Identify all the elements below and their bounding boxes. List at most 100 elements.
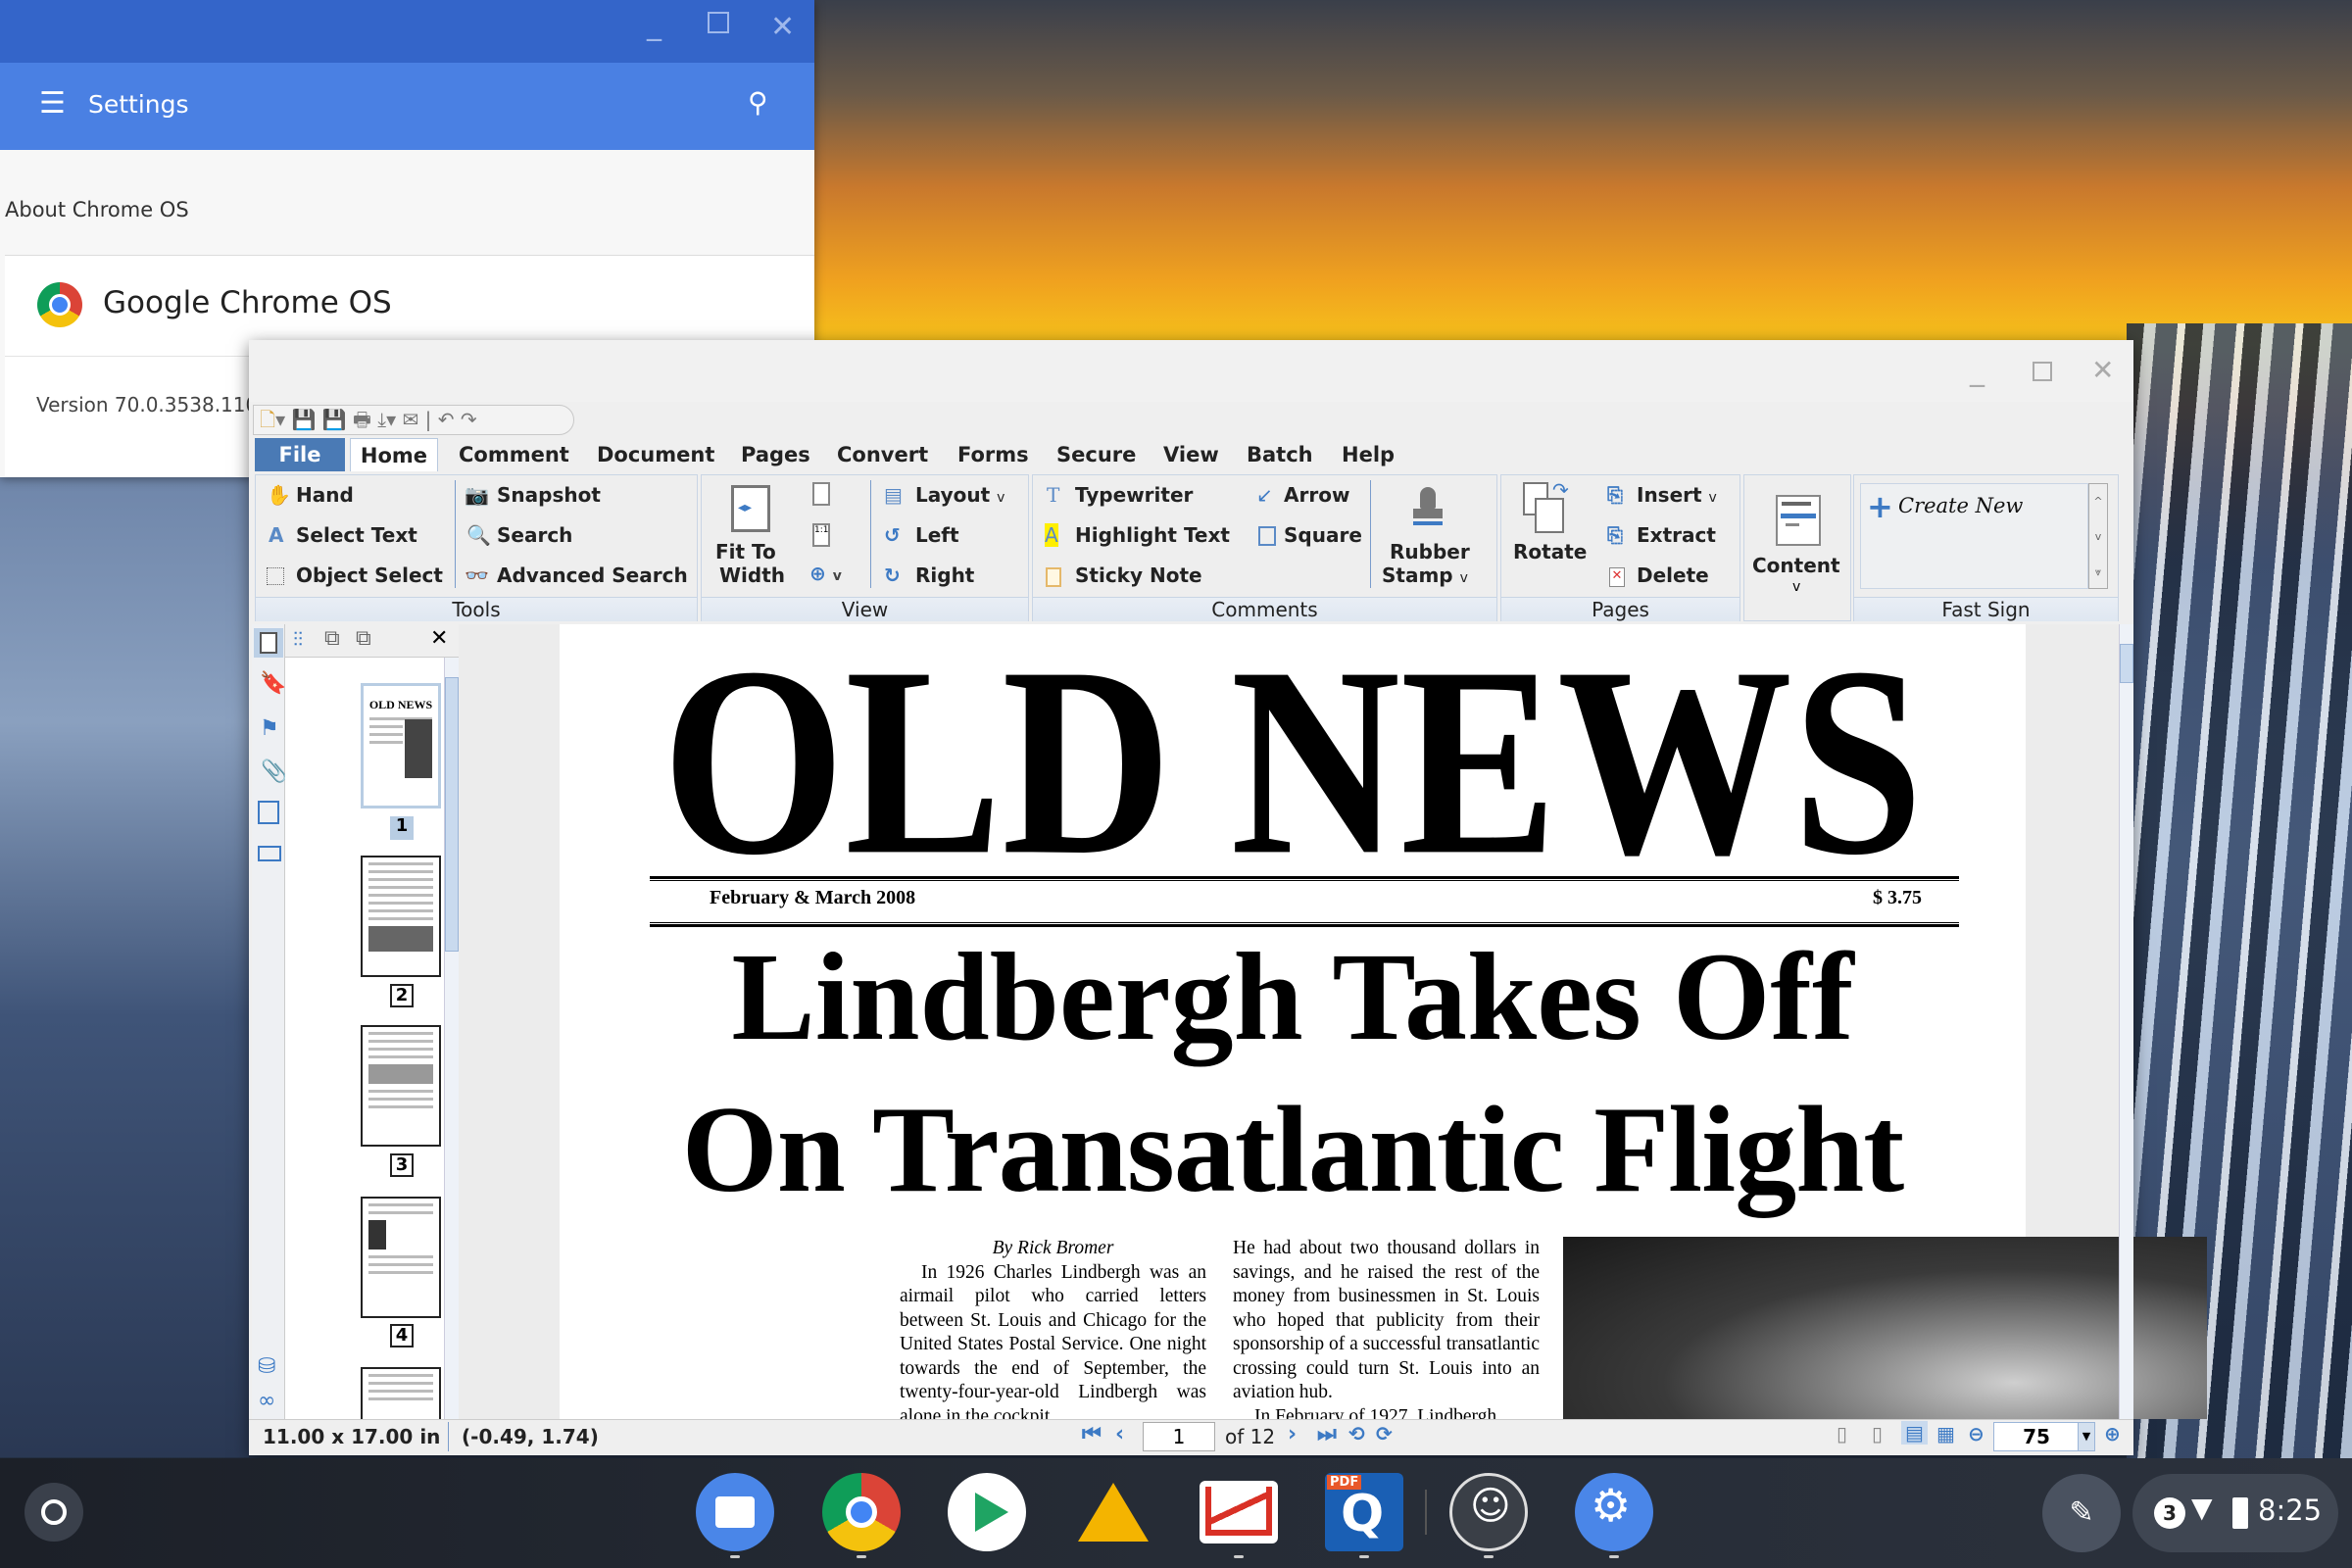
next-page-button[interactable]: ›	[1288, 1422, 1297, 1446]
minimize-button[interactable]: _	[1970, 354, 1984, 388]
menu-icon[interactable]: ☰	[39, 89, 66, 119]
fit-width-icon[interactable]: ▯	[1837, 1422, 1847, 1446]
maximize-button[interactable]	[708, 12, 729, 33]
minimize-button[interactable]: _	[647, 8, 662, 42]
select-text-tool[interactable]: Select Text	[296, 523, 417, 547]
zoom-icon[interactable]: ⊕ v	[809, 562, 842, 585]
tab-document[interactable]: Document	[597, 438, 714, 471]
tab-view[interactable]: View	[1163, 438, 1219, 471]
drive-app-icon[interactable]	[1074, 1473, 1152, 1551]
attachments-icon[interactable]: 📎	[261, 760, 287, 784]
open-icon[interactable]: 🗋	[260, 408, 275, 431]
rubber-stamp-label-1[interactable]: Rubber	[1390, 540, 1470, 564]
thumbnail-page-4[interactable]	[361, 1197, 441, 1318]
search-tool[interactable]: Search	[497, 523, 572, 547]
create-new-signature[interactable]: Create New	[1898, 494, 2023, 517]
thumbnail-page-2[interactable]	[361, 856, 441, 977]
fit-to-width-label-2[interactable]: Width	[719, 564, 785, 587]
delete-button[interactable]: Delete	[1637, 564, 1709, 587]
tab-home[interactable]: Home	[350, 438, 438, 471]
rotate-left-button[interactable]: Left	[915, 523, 959, 547]
chrome-app-icon[interactable]	[822, 1473, 901, 1551]
fit-to-width-label-1[interactable]: Fit To	[715, 540, 776, 564]
undo-icon[interactable]: ↶	[438, 408, 455, 431]
advanced-search-tool[interactable]: Advanced Search	[497, 564, 688, 587]
rotate-button[interactable]: Rotate	[1513, 540, 1587, 564]
zoom-level-input[interactable]: 75	[1993, 1422, 2080, 1451]
single-page-continuous-icon[interactable]: ▤	[1901, 1421, 1928, 1445]
redo-icon[interactable]: ↷	[461, 408, 477, 431]
scan-icon[interactable]: ⤓	[377, 408, 386, 431]
square-tool[interactable]: Square	[1284, 523, 1362, 547]
bookmarks-icon[interactable]: 🔖	[260, 671, 286, 696]
zoom-out-icon[interactable]: ⊖	[1968, 1422, 1984, 1446]
thumbnail-options-icon[interactable]: ⫶⫶	[293, 627, 303, 651]
files-app-icon[interactable]	[696, 1473, 774, 1551]
layout-button[interactable]: Layout v	[915, 483, 1004, 507]
maximize-button[interactable]	[2033, 362, 2052, 381]
stylus-tools-button[interactable]: ✎	[2042, 1474, 2121, 1552]
content-button[interactable]: Content	[1752, 554, 1840, 577]
fit-page-icon[interactable]	[812, 482, 830, 506]
close-button[interactable]: ✕	[770, 10, 795, 44]
email-icon[interactable]: ✉	[403, 408, 419, 431]
destinations-icon[interactable]: ⚑	[260, 716, 279, 741]
zoom-dropdown-button[interactable]: ▼	[2078, 1422, 2095, 1451]
close-panel-icon[interactable]: ✕	[430, 626, 448, 651]
pdf-studio-app-icon[interactable]: PDF Q	[1325, 1473, 1403, 1551]
tab-file[interactable]: File	[255, 438, 345, 471]
sticky-note-tool[interactable]: Sticky Note	[1075, 564, 1202, 587]
previous-view-icon[interactable]: ⟲	[1348, 1422, 1365, 1446]
next-view-icon[interactable]: ⟳	[1376, 1422, 1393, 1446]
cog-app-icon[interactable]: ☺	[1449, 1473, 1528, 1551]
tab-help[interactable]: Help	[1342, 438, 1395, 471]
hand-tool[interactable]: Hand	[296, 483, 354, 507]
previous-page-button[interactable]: ‹	[1115, 1422, 1124, 1446]
highlight-text-tool[interactable]: Highlight Text	[1075, 523, 1230, 547]
thumbnail-page-3[interactable]	[361, 1025, 441, 1147]
thumbnail-scrollbar[interactable]	[444, 658, 459, 1419]
tab-batch[interactable]: Batch	[1247, 438, 1313, 471]
rotate-ccw-thumb-icon[interactable]: ⧉	[356, 626, 371, 651]
print-icon[interactable]: 🖶	[353, 408, 371, 431]
rotate-cw-thumb-icon[interactable]: ⧉	[324, 626, 340, 651]
search-icon[interactable]: ⚲	[748, 86, 768, 119]
save-as-icon[interactable]: 💾	[322, 408, 347, 431]
document-scrollbar[interactable]	[2119, 624, 2133, 1419]
tab-convert[interactable]: Convert	[837, 438, 928, 471]
play-store-app-icon[interactable]	[948, 1473, 1026, 1551]
extract-button[interactable]: Extract	[1637, 523, 1716, 547]
arrow-tool[interactable]: Arrow	[1284, 483, 1349, 507]
status-tray[interactable]: 3 ▼ 8:25	[2132, 1474, 2338, 1552]
links-icon[interactable]: ∞	[258, 1389, 275, 1413]
save-icon[interactable]: 💾	[292, 408, 317, 431]
layers-icon[interactable]	[258, 801, 279, 824]
actual-size-icon[interactable]: 1:1	[812, 523, 830, 547]
launcher-button[interactable]	[24, 1483, 83, 1542]
zoom-in-icon[interactable]: ⊕	[2104, 1422, 2121, 1446]
signatures-icon[interactable]	[258, 846, 281, 861]
settings-app-icon[interactable]: ⚙	[1575, 1473, 1653, 1551]
tab-pages[interactable]: Pages	[741, 438, 810, 471]
gmail-app-icon[interactable]	[1200, 1481, 1278, 1544]
object-select-tool[interactable]: Object Select	[296, 564, 443, 587]
two-page-icon[interactable]: ▦	[1936, 1422, 1955, 1446]
insert-button[interactable]: Insert v	[1637, 483, 1717, 507]
rotate-right-button[interactable]: Right	[915, 564, 974, 587]
rubber-stamp-label-2[interactable]: Stamp v	[1382, 564, 1468, 587]
fit-page-icon[interactable]: ▯	[1872, 1422, 1883, 1446]
chevron-down-icon[interactable]: v	[1792, 579, 1800, 595]
snapshot-tool[interactable]: Snapshot	[497, 483, 601, 507]
close-button[interactable]: ✕	[2091, 354, 2114, 386]
typewriter-tool[interactable]: Typewriter	[1075, 483, 1193, 507]
stack-icon[interactable]: ⛁	[258, 1354, 275, 1379]
tab-comment[interactable]: Comment	[459, 438, 569, 471]
thumbnails-tab-icon[interactable]	[254, 628, 283, 658]
last-page-button[interactable]: ⏭	[1317, 1422, 1337, 1446]
page-number-input[interactable]: 1	[1143, 1422, 1215, 1451]
gallery-scrollbar[interactable]: ^ v ⩔	[2088, 483, 2108, 589]
first-page-button[interactable]: ⏮	[1082, 1422, 1102, 1446]
tab-forms[interactable]: Forms	[957, 438, 1029, 471]
tab-secure[interactable]: Secure	[1056, 438, 1136, 471]
thumbnail-page-1[interactable]: OLD NEWS	[361, 683, 441, 808]
